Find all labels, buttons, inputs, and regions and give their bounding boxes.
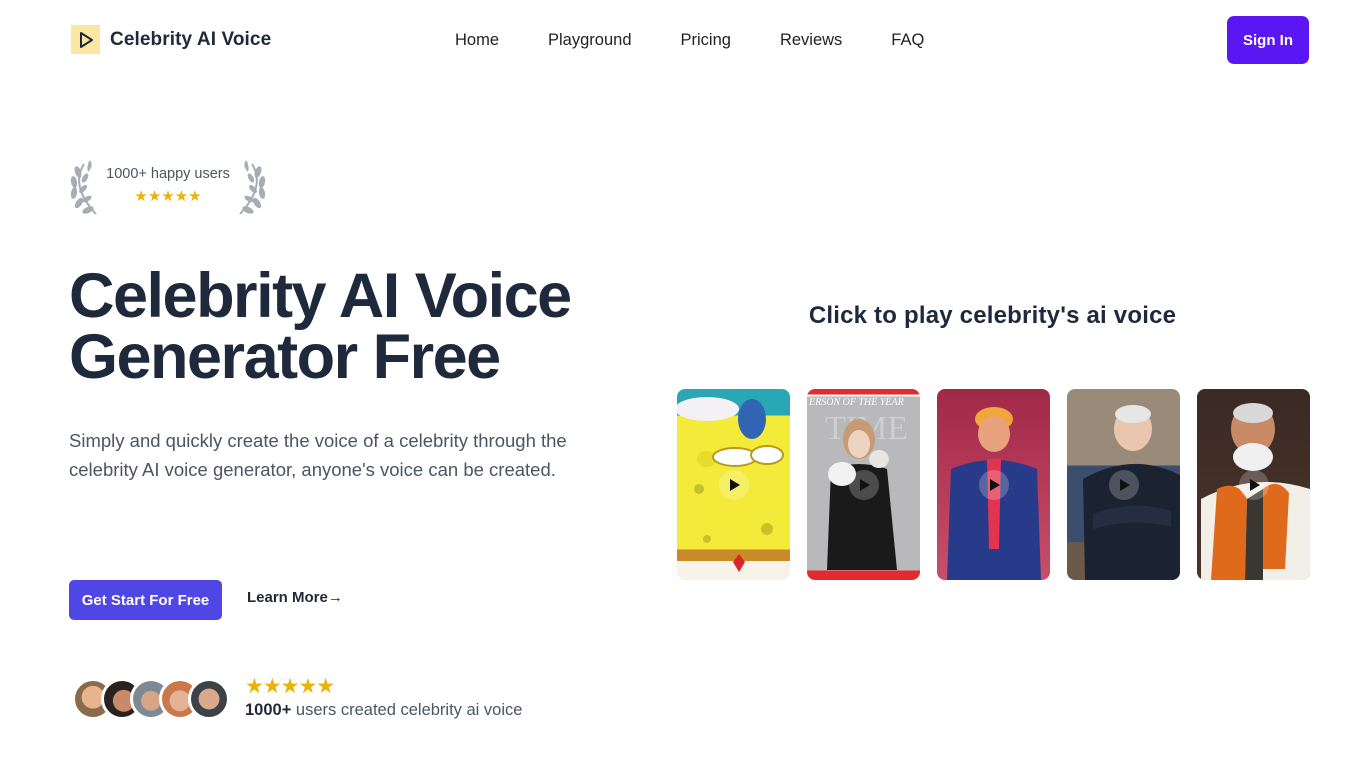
play-icon[interactable] (1108, 469, 1139, 500)
voice-card-spongebob[interactable] (677, 389, 790, 580)
svg-text:ERSON OF THE YEAR: ERSON OF THE YEAR (808, 397, 904, 408)
sign-in-button[interactable]: Sign In (1227, 16, 1309, 64)
main-nav: Home Playground Pricing Reviews FAQ (455, 29, 973, 51)
rating-stars-icon: ★★★★★ (245, 675, 335, 698)
user-avatars (72, 678, 230, 720)
play-icon[interactable] (978, 469, 1009, 500)
brand-logo[interactable]: Celebrity AI Voice (71, 25, 271, 54)
voice-card-magazine-cover[interactable]: ERSON OF THE YEAR TIME (807, 389, 920, 580)
users-created-label: users created celebrity ai voice (291, 701, 523, 719)
hero-description: Simply and quickly create the voice of a… (69, 430, 567, 480)
nav-home[interactable]: Home (455, 29, 499, 51)
avatar (188, 678, 230, 720)
nav-faq[interactable]: FAQ (891, 29, 924, 51)
voice-card-modi[interactable] (1197, 389, 1310, 580)
nav-pricing[interactable]: Pricing (681, 29, 731, 51)
nav-reviews[interactable]: Reviews (780, 29, 842, 51)
play-icon[interactable] (848, 469, 879, 500)
play-icon[interactable] (1238, 469, 1269, 500)
site-header: Celebrity AI Voice Home Playground Prici… (0, 0, 1360, 80)
brand-name: Celebrity AI Voice (110, 28, 272, 50)
nav-playground[interactable]: Playground (548, 29, 631, 51)
learn-more-link[interactable]: Learn More→ (247, 589, 343, 606)
voice-cards: ERSON OF THE YEAR TIME (677, 389, 1310, 580)
play-icon (71, 25, 100, 54)
voice-card-trump[interactable] (937, 389, 1050, 580)
laurel-right-icon (239, 160, 266, 215)
hero-title: Celebrity AI Voice Generator Free (69, 265, 629, 389)
voice-card-biden[interactable] (1067, 389, 1180, 580)
users-count: 1000+ (245, 701, 292, 719)
voices-title: Click to play celebrity's ai voice (808, 302, 1177, 329)
hero-title-line1: Celebrity AI Voice (69, 261, 572, 331)
users-created-text: 1000+ users created celebrity ai voice (245, 701, 522, 720)
play-icon[interactable] (718, 469, 749, 500)
happy-users-badge: 1000+ happy users ★★★★★ (68, 158, 268, 216)
get-started-button[interactable]: Get Start For Free (69, 580, 222, 620)
hero-title-line2: Generator Free (69, 322, 501, 392)
